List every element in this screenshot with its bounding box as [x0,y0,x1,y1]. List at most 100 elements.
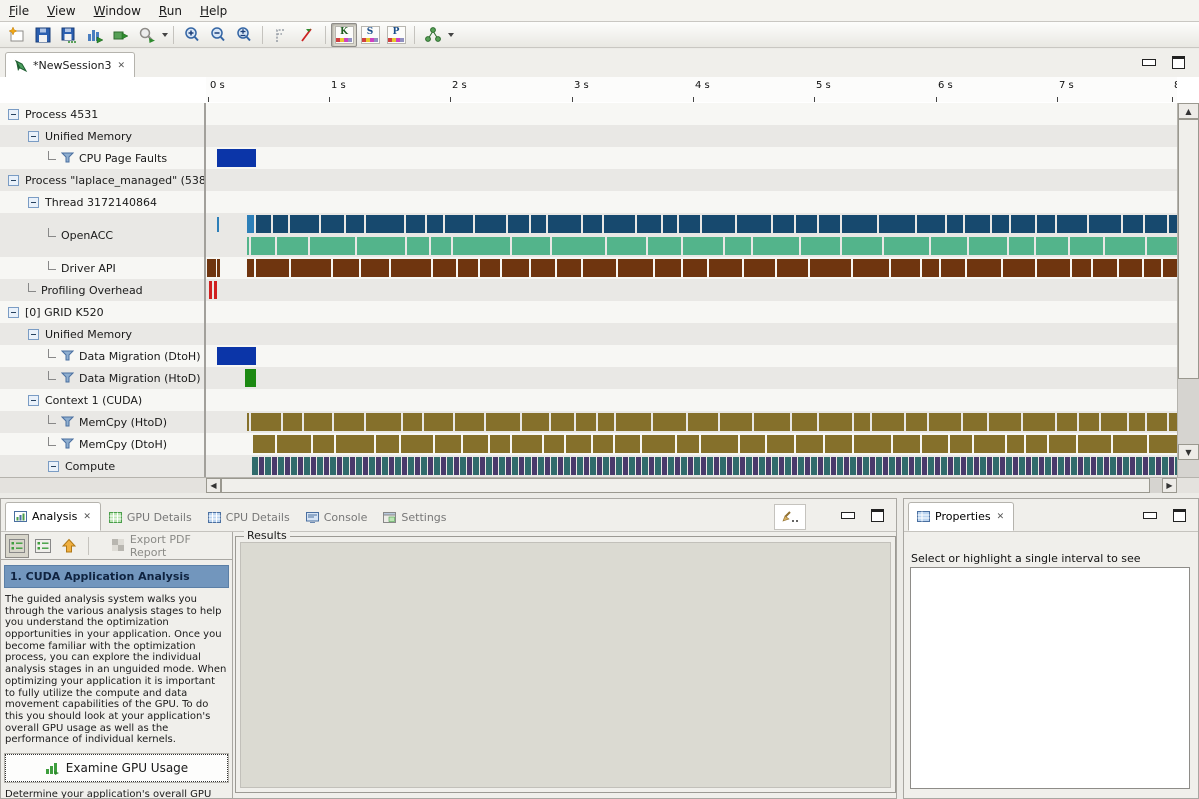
export-pdf-button[interactable]: Export PDF Report [102,530,232,562]
interval-bar[interactable] [842,215,877,233]
collapse-icon[interactable] [8,175,19,186]
interval-bar[interactable] [655,259,681,277]
interval-bar[interactable] [366,413,401,431]
guided-analysis-icon[interactable] [5,534,29,558]
interval-bar[interactable] [854,413,870,431]
interval-bar[interactable] [737,215,771,233]
interval-bar[interactable] [1037,259,1070,277]
interval-bar[interactable] [709,259,742,277]
interval-bar[interactable] [252,457,258,475]
interval-bar[interactable] [683,259,707,277]
interval-bar[interactable] [854,435,891,453]
interval-bar[interactable] [740,457,745,475]
interval-bar[interactable] [1105,237,1145,255]
interval-bar[interactable] [1036,237,1068,255]
menu-file[interactable]: File [0,2,38,20]
interval-bar[interactable] [819,413,852,431]
interval-bar[interactable] [947,215,963,233]
interval-bar[interactable] [1104,457,1109,475]
interval-bar[interactable] [558,457,563,475]
interval-bar[interactable] [486,457,492,475]
menu-window[interactable]: Window [85,2,150,20]
interval-bar[interactable] [785,457,791,475]
interval-bar[interactable] [506,457,511,475]
interval-bar[interactable] [819,215,840,233]
interval-bar[interactable] [1169,457,1174,475]
interval-bar[interactable] [1000,457,1005,475]
interval-bar[interactable] [824,457,830,475]
menu-help[interactable]: Help [191,2,236,20]
interval-bar[interactable] [701,435,738,453]
interval-bar[interactable] [247,215,254,233]
interval-bar[interactable] [337,457,342,475]
interval-bar[interactable] [522,413,549,431]
interval-bar[interactable] [1117,457,1122,475]
interval-bar[interactable] [733,457,739,475]
interval-bar[interactable] [636,457,641,475]
vertical-scroll-thumb[interactable] [1178,119,1199,379]
interval-bar[interactable] [993,457,999,475]
interval-bar[interactable] [454,457,459,475]
interval-bar[interactable] [532,457,537,475]
interval-bar[interactable] [725,237,751,255]
timeline-row-label[interactable]: Compute [0,455,204,477]
interval-bar[interactable] [490,435,510,453]
collapse-icon[interactable] [28,197,39,208]
interval-bar[interactable] [989,413,1021,431]
interval-bar[interactable] [1019,457,1025,475]
interval-bar[interactable] [683,237,723,255]
unguided-analysis-icon[interactable] [31,534,55,558]
interval-bar[interactable] [207,259,216,277]
interval-bar[interactable] [607,237,646,255]
interval-bar[interactable] [473,457,479,475]
interval-bar[interactable] [455,413,484,431]
timeline-row-label[interactable]: MemCpy (HtoD) [0,411,204,433]
interval-bar[interactable] [965,215,990,233]
collapse-icon[interactable] [28,131,39,142]
interval-bar[interactable] [842,237,882,255]
interval-bar[interactable] [552,237,605,255]
interval-bar[interactable] [369,457,375,475]
interval-bar[interactable] [336,435,374,453]
interval-bar[interactable] [290,215,319,233]
interval-bar[interactable] [969,237,1007,255]
maximize-icon[interactable] [871,509,884,522]
timeline-row-label[interactable]: Unified Memory [0,323,204,345]
maximize-icon[interactable] [1172,56,1185,69]
interval-bar[interactable] [389,457,394,475]
interval-bar[interactable] [954,457,960,475]
interval-bar[interactable] [1057,413,1077,431]
interval-bar[interactable] [402,457,407,475]
menu-run[interactable]: Run [150,2,191,20]
interval-bar[interactable] [1089,215,1121,233]
interval-bar[interactable] [1169,215,1177,233]
interval-bar[interactable] [480,457,485,475]
run-analysis-icon[interactable] [108,23,134,47]
interval-bar[interactable] [853,259,889,277]
interval-bar[interactable] [475,215,506,233]
new-session-icon[interactable] [4,23,30,47]
vertical-scrollbar[interactable]: ▲ ▼ [1177,103,1199,477]
interval-bar[interactable] [1093,259,1117,277]
interval-bar[interactable] [1119,259,1142,277]
interval-bar[interactable] [796,215,817,233]
interval-bar[interactable] [801,237,840,255]
interval-bar[interactable] [702,215,735,233]
interval-bar[interactable] [583,215,602,233]
interval-bar[interactable] [825,435,852,453]
tab-cpu-details[interactable]: CPU Details [200,504,298,531]
interval-bar[interactable] [974,435,1005,453]
interval-bar[interactable] [777,259,808,277]
interval-bar[interactable] [551,413,574,431]
interval-bar[interactable] [333,259,359,277]
interval-bar[interactable] [980,457,986,475]
kernel-coloring-icon[interactable]: K [331,23,357,47]
interval-bar[interactable] [688,457,693,475]
stream-coloring-icon[interactable]: S [357,23,383,47]
search-profile-icon[interactable] [134,23,160,47]
interval-bar[interactable] [1039,457,1044,475]
collapse-icon[interactable] [8,307,19,318]
process-coloring-icon[interactable]: P [383,23,409,47]
save-icon[interactable] [30,23,56,47]
interval-bar[interactable] [310,237,355,255]
